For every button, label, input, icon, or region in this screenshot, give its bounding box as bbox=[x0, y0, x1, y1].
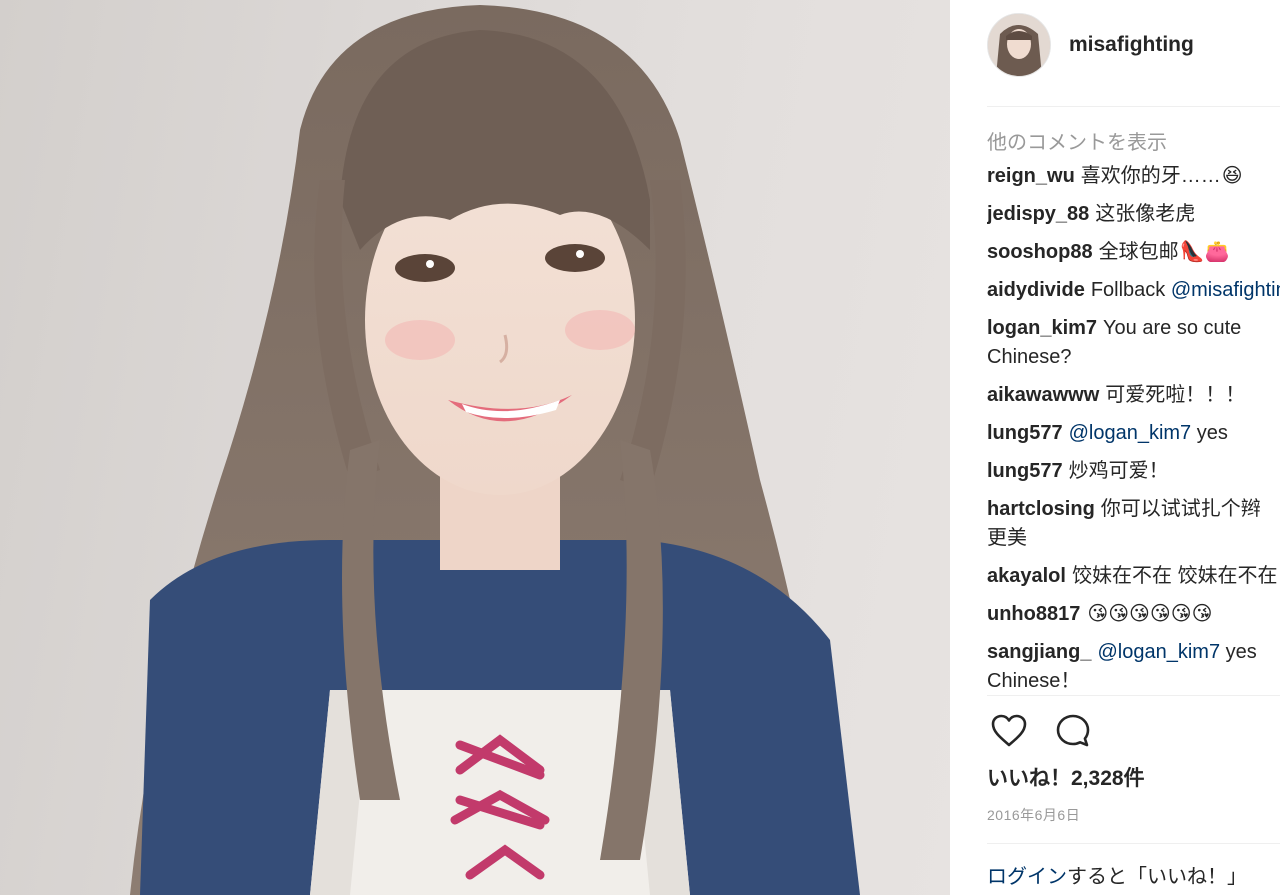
username[interactable]: misafighting bbox=[1069, 33, 1194, 57]
post-side-panel: misafighting 他のコメントを表示 reign_wu 喜欢你的牙……😆 … bbox=[950, 0, 1280, 895]
comment-username[interactable]: reign_wu bbox=[987, 165, 1075, 187]
load-more-comments-link[interactable]: 他のコメントを表示 bbox=[987, 128, 1280, 158]
comment: lung577 炒鸡可爱！ bbox=[987, 457, 1280, 486]
comment: aidydivideFollback @misafighting bbox=[987, 276, 1280, 305]
kiss-emoji-icon: 😘😘😘😘😘😘 bbox=[1087, 603, 1213, 625]
comment-text: yes bbox=[1220, 641, 1257, 663]
comment-username[interactable]: lung577 bbox=[987, 460, 1063, 482]
post-photo[interactable] bbox=[0, 0, 950, 895]
comment-username[interactable]: logan_kim7 bbox=[987, 317, 1097, 339]
comment-text: Follback bbox=[1090, 279, 1171, 301]
comments-list: 他のコメントを表示 reign_wu 喜欢你的牙……😆 jedispy_88 这张像… bbox=[987, 128, 1280, 694]
divider bbox=[987, 843, 1280, 844]
post-header: misafighting bbox=[987, 12, 1280, 78]
login-link[interactable]: ログイン bbox=[987, 866, 1067, 888]
comment-mention[interactable]: @logan_kim7 bbox=[1097, 641, 1220, 663]
comment-username[interactable]: unho8817 bbox=[987, 603, 1080, 625]
action-bar bbox=[987, 710, 1115, 752]
comment-text: 饺妹在不在 饺妹在不在 bbox=[1071, 565, 1278, 587]
comment: unho8817 😘😘😘😘😘😘 bbox=[987, 600, 1280, 629]
comment-username[interactable]: akayalol bbox=[987, 565, 1066, 587]
comment-text: You are so cute bbox=[1103, 317, 1242, 339]
portrait-image bbox=[130, 5, 860, 895]
divider bbox=[987, 106, 1280, 107]
avatar[interactable] bbox=[987, 13, 1051, 77]
comment-mention[interactable]: @misafighting bbox=[1171, 279, 1280, 301]
comment: jedispy_88 这张像老虎 bbox=[987, 200, 1280, 229]
comment-username[interactable]: sooshop88 bbox=[987, 241, 1093, 263]
comment: aikawawww 可爱死啦！！！ bbox=[987, 381, 1280, 410]
comment-username[interactable]: aidydivide bbox=[987, 279, 1085, 301]
comment: sooshop88 全球包邮👠👛 bbox=[987, 238, 1280, 267]
comment: lung577 @logan_kim7 yes bbox=[987, 419, 1280, 448]
comment-username[interactable]: aikawawww bbox=[987, 384, 1099, 406]
comment-username[interactable]: lung577 bbox=[987, 422, 1063, 444]
comment-username[interactable]: jedispy_88 bbox=[987, 203, 1089, 225]
comment-text: 全球包邮 bbox=[1098, 241, 1179, 263]
comment-text-line2: 更美 bbox=[987, 527, 1027, 549]
comment-mention[interactable]: @logan_kim7 bbox=[1069, 422, 1192, 444]
like-button[interactable] bbox=[987, 709, 1031, 753]
comment-text: 炒鸡可爱！ bbox=[1068, 460, 1169, 482]
comment-bubble-icon bbox=[1056, 714, 1090, 747]
comment-button[interactable] bbox=[1051, 709, 1095, 753]
login-prompt-text: すると「いいね！」 bbox=[1067, 866, 1247, 888]
comment-text: yes bbox=[1191, 422, 1228, 444]
comment-text-line2: Chinese！ bbox=[987, 670, 1081, 692]
laughing-emoji-icon: 😆 bbox=[1221, 165, 1243, 187]
heart-icon bbox=[991, 714, 1027, 747]
comment-username[interactable]: hartclosing bbox=[987, 498, 1095, 520]
heel-purse-emoji-icon: 👠👛 bbox=[1179, 241, 1230, 263]
comment: logan_kim7 You are so cute Chinese? bbox=[987, 314, 1280, 372]
login-prompt: ログインすると「いいね！」 bbox=[987, 860, 1247, 889]
comment: sangjiang_ @logan_kim7 yes Chinese！ bbox=[987, 638, 1280, 694]
comment-text: 你可以试试扎个辫 bbox=[1100, 498, 1261, 520]
divider bbox=[987, 695, 1280, 696]
post-date[interactable]: 2016年6月6日 bbox=[987, 805, 1080, 825]
comment-text-line2: Chinese? bbox=[987, 346, 1072, 368]
comment: reign_wu 喜欢你的牙……😆 bbox=[987, 162, 1280, 191]
comment-text: 这张像老虎 bbox=[1095, 203, 1196, 225]
comment: hartclosing 你可以试试扎个辫 更美 bbox=[987, 495, 1280, 553]
comment-text: 喜欢你的牙…… bbox=[1080, 165, 1221, 187]
comment-username[interactable]: sangjiang_ bbox=[987, 641, 1091, 663]
likes-count[interactable]: いいね！2,328件 bbox=[987, 762, 1145, 792]
comment: akayalol 饺妹在不在 饺妹在不在 bbox=[987, 562, 1280, 591]
comment-text: 可爱死啦！！！ bbox=[1105, 384, 1246, 406]
